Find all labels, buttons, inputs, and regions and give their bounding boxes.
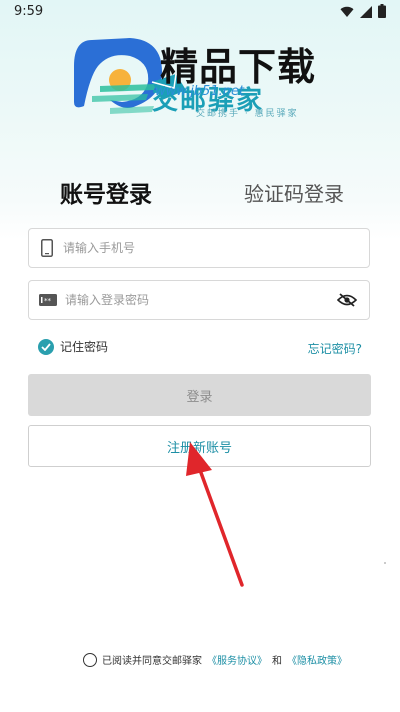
annotation-arrow-icon <box>150 440 260 600</box>
watermark-slogan: 交邮携手 · 惠民驿家 <box>196 109 299 119</box>
terms-link[interactable]: 《服务协议》 <box>207 652 267 667</box>
agreement-checkbox[interactable] <box>83 652 97 667</box>
status-time: 9:59 <box>14 4 44 19</box>
phone-input[interactable] <box>63 241 369 255</box>
tab-account-login[interactable]: 账号登录 <box>60 175 152 209</box>
battery-icon <box>378 3 386 22</box>
agreement-row: 已阅读并同意交邮驿家 《服务协议》 和 《隐私政策》 <box>83 652 347 667</box>
decorative-dot <box>384 562 386 564</box>
eye-hidden-icon[interactable] <box>337 292 359 308</box>
password-input[interactable] <box>65 293 337 307</box>
privacy-link[interactable]: 《隐私政策》 <box>287 652 347 667</box>
agreement-prefix: 已阅读并同意交邮驿家 <box>102 656 202 667</box>
checkmark-icon[interactable] <box>38 338 54 355</box>
agreement-and: 和 <box>272 656 282 667</box>
remember-password-toggle[interactable]: 记住密码 <box>38 338 108 355</box>
password-icon: ** <box>39 290 57 310</box>
password-field[interactable]: ** <box>28 280 370 320</box>
wifi-icon <box>340 3 354 22</box>
signal-icon <box>360 3 372 22</box>
phone-icon <box>39 238 55 258</box>
forgot-password-link[interactable]: 忘记密码? <box>308 340 362 357</box>
remember-password-label: 记住密码 <box>60 340 109 354</box>
login-button[interactable]: 登录 <box>28 374 371 416</box>
svg-text:**: ** <box>44 297 52 305</box>
phone-field[interactable] <box>28 228 370 268</box>
tab-code-login[interactable]: 验证码登录 <box>244 178 344 207</box>
status-icons <box>340 3 386 22</box>
watermark-url: www.jb51.net <box>155 84 245 99</box>
